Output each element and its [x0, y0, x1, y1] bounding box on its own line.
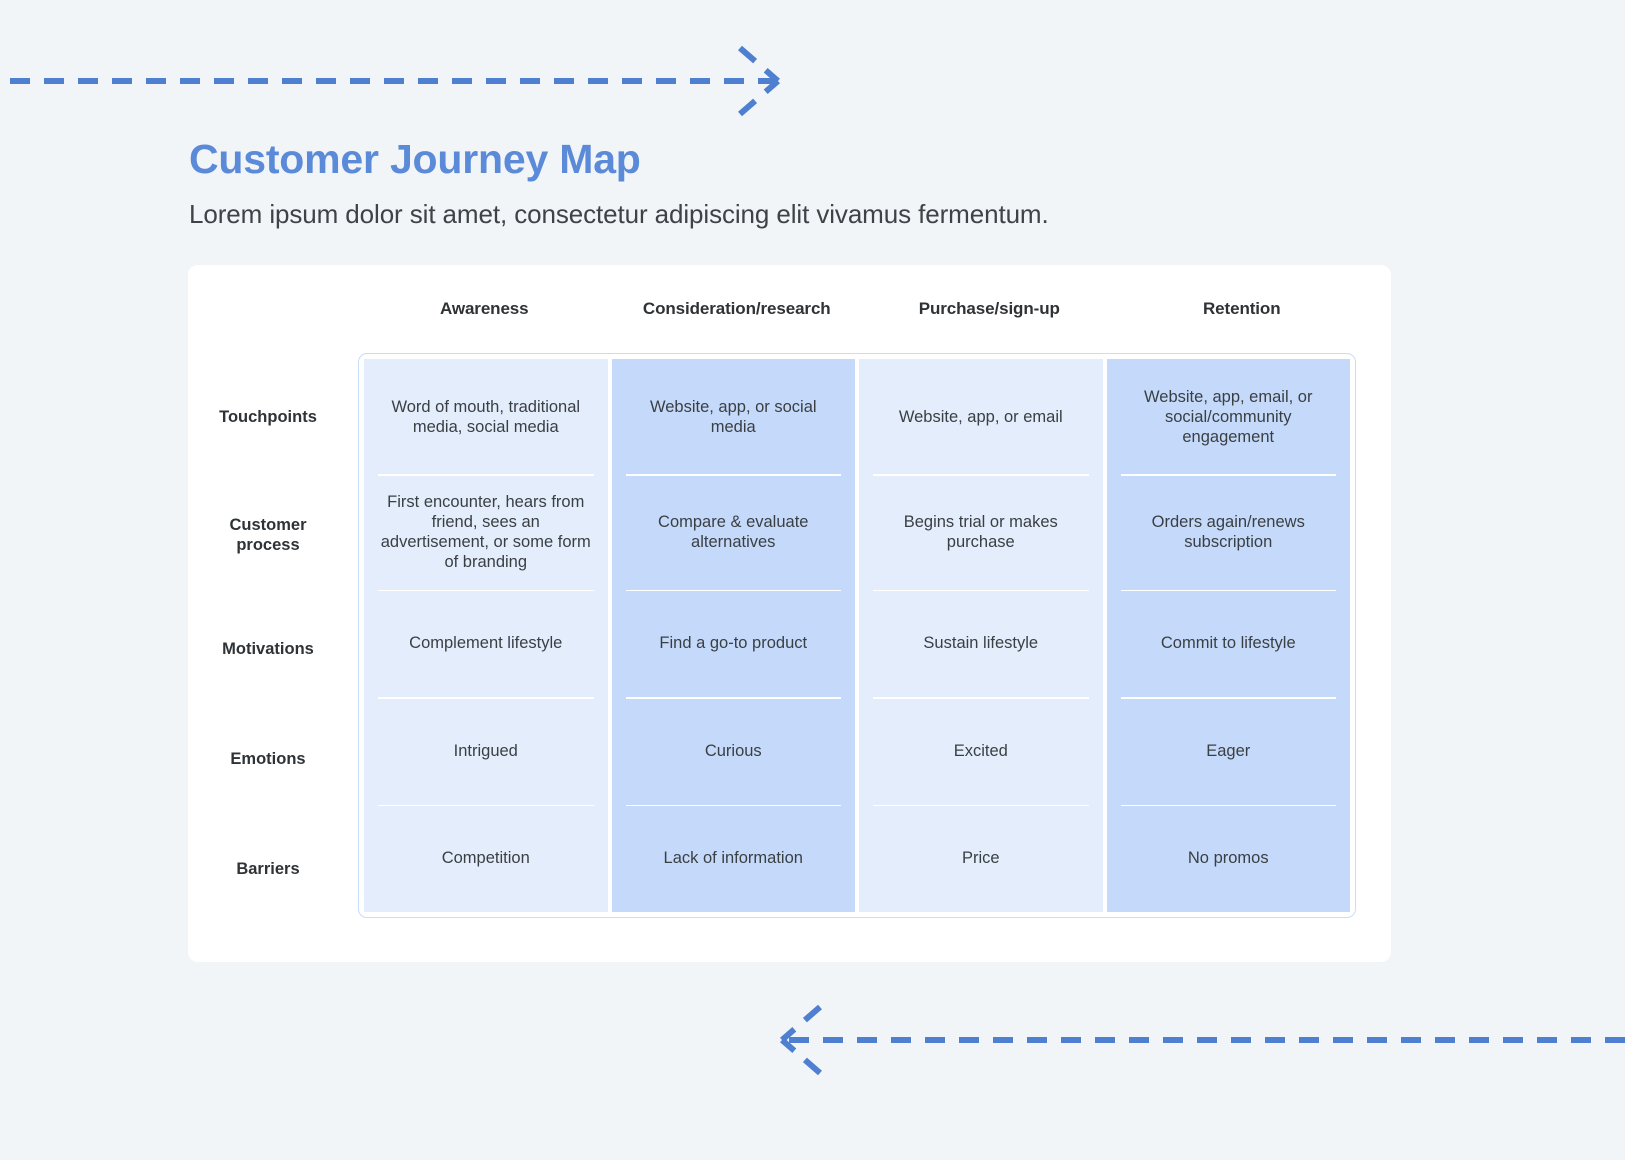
- stage-header-awareness: Awareness: [439, 299, 529, 318]
- cell-consideration-motivations: Find a go-to product: [612, 589, 856, 697]
- cell-purchase-motivations: Sustain lifestyle: [859, 589, 1103, 697]
- cell-consideration-customer-process: Compare & evaluate alternatives: [612, 474, 856, 589]
- stage-column-retention: Website, app, email, or social/community…: [1106, 359, 1351, 912]
- page-subtitle: Lorem ipsum dolor sit amet, consectetur …: [189, 199, 1049, 229]
- cell-purchase-emotions: Excited: [859, 697, 1103, 804]
- cell-consideration-barriers: Lack of information: [612, 804, 856, 912]
- row-label-motivations: Motivations: [222, 640, 314, 658]
- stage-header-retention: Retention: [1203, 299, 1281, 318]
- cell-consideration-touchpoints: Website, app, or social media: [649, 397, 817, 436]
- cell-awareness-touchpoints: Word of mouth, traditional media, social…: [391, 397, 581, 436]
- cell-purchase-barriers: Price: [859, 804, 1103, 912]
- page-title: Customer Journey Map: [189, 136, 641, 182]
- cell-retention-customer-process: Orders again/renews subscription: [1107, 474, 1351, 589]
- journey-grid: Word of mouth, traditional media, social…: [358, 353, 1356, 918]
- stage-header-row: Awareness Consideration/research Purchas…: [358, 299, 1368, 319]
- page-heading: Customer Journey Map Lorem ipsum dolor s…: [189, 134, 1389, 230]
- row-label-emotions: Emotions: [230, 750, 306, 768]
- stage-column-consideration: Website, app, or social media Compare & …: [611, 359, 856, 912]
- dashed-arrow-right-icon: [10, 45, 780, 117]
- cell-retention-motivations: Commit to lifestyle: [1107, 589, 1351, 697]
- cell-retention-emotions: Eager: [1107, 697, 1351, 804]
- stage-header-purchase: Purchase/sign-up: [918, 299, 1060, 318]
- stage-column-awareness: Word of mouth, traditional media, social…: [364, 359, 608, 912]
- row-label-column: Touchpoints Customer process Motivations…: [188, 358, 348, 924]
- cell-awareness-barriers: Competition: [364, 804, 608, 912]
- stage-header-consideration: Consideration/research: [642, 299, 831, 318]
- cell-retention-touchpoints: Website, app, email, or social/community…: [1144, 387, 1313, 446]
- cell-purchase-customer-process: Begins trial or makes purchase: [859, 474, 1103, 589]
- row-label-touchpoints: Touchpoints: [219, 408, 317, 426]
- journey-map-card: Awareness Consideration/research Purchas…: [188, 265, 1391, 962]
- cell-awareness-motivations: Complement lifestyle: [364, 589, 608, 697]
- row-label-barriers: Barriers: [236, 860, 300, 878]
- dashed-arrow-left-icon: [780, 1004, 1625, 1076]
- cell-retention-barriers: No promos: [1107, 804, 1351, 912]
- cell-consideration-emotions: Curious: [612, 697, 856, 804]
- cell-awareness-emotions: Intrigued: [364, 697, 608, 804]
- row-label-customer-process: Customer process: [229, 516, 307, 554]
- cell-purchase-touchpoints: Website, app, or email: [898, 407, 1063, 426]
- stage-column-purchase: Website, app, or email Begins trial or m…: [859, 359, 1103, 912]
- cell-awareness-customer-process: First encounter, hears from friend, sees…: [364, 474, 608, 589]
